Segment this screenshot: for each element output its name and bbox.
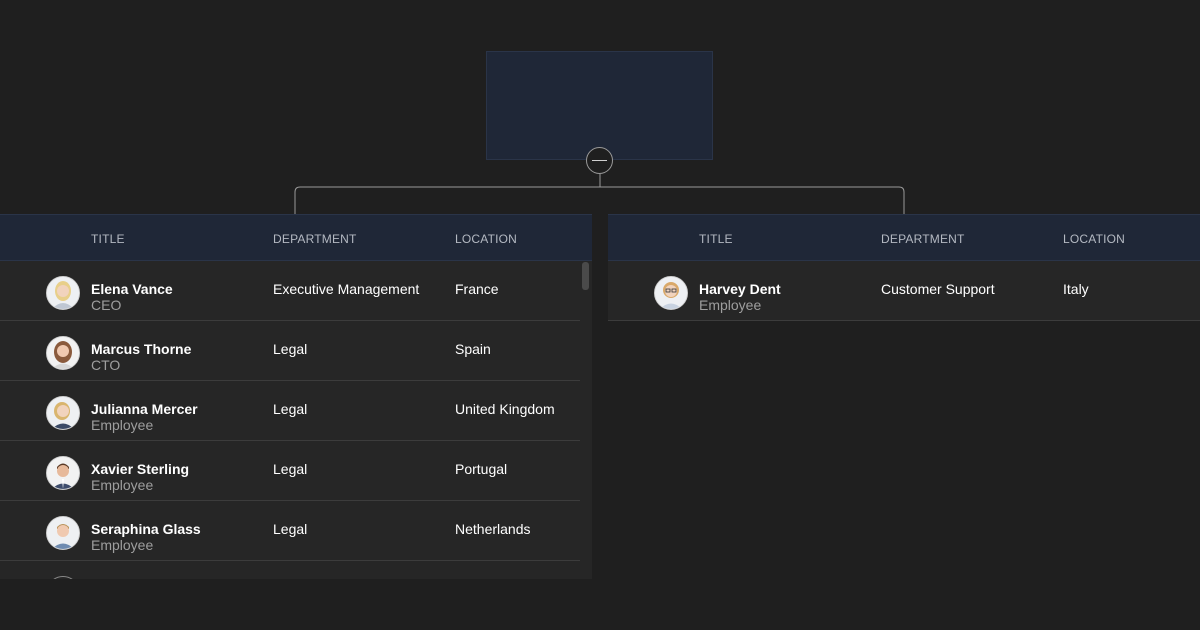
table-row[interactable]: Marcus Thorne CTO Legal Spain <box>0 321 582 381</box>
employee-location: Netherlands <box>455 521 531 537</box>
employee-department: Customer Support <box>881 281 995 297</box>
table-row[interactable]: Elena Vance CEO Executive Management Fra… <box>0 261 582 321</box>
left-team-table: TITLE DEPARTMENT LOCATION Elena Vance CE… <box>0 214 592 579</box>
collapse-toggle-button[interactable] <box>586 147 613 174</box>
employee-name: Julianna Mercer <box>91 401 198 417</box>
employee-department: Legal <box>273 521 308 537</box>
woman-brunette-avatar <box>46 336 80 370</box>
employee-location: Portugal <box>455 461 508 477</box>
man-light-hair-avatar <box>46 516 80 550</box>
employee-name: Elena Vance <box>91 281 173 297</box>
employee-name: Xavier Sterling <box>91 461 190 477</box>
employee-department: Legal <box>273 341 308 357</box>
scrollbar-thumb[interactable] <box>582 262 589 290</box>
column-header-department[interactable]: DEPARTMENT <box>881 232 965 246</box>
table-header: TITLE DEPARTMENT LOCATION <box>0 214 592 261</box>
woman-glasses-avatar <box>654 276 688 310</box>
employee-location: United Kingdom <box>455 401 555 417</box>
table-header: TITLE DEPARTMENT LOCATION <box>608 214 1200 261</box>
employee-name: Seraphina Glass <box>91 521 201 537</box>
column-header-title[interactable]: TITLE <box>91 232 125 246</box>
employee-department: Legal <box>273 401 308 417</box>
employee-role: Employee <box>699 297 762 313</box>
right-team-table: TITLE DEPARTMENT LOCATION Harvey Dent Em… <box>608 214 1200 321</box>
table-row[interactable]: Julianna Mercer Employee Legal United Ki… <box>0 381 582 441</box>
employee-location: Spain <box>455 341 491 357</box>
employee-role: CEO <box>91 297 122 313</box>
woman-blonde-avatar <box>46 396 80 430</box>
partial-avatar-next-row <box>46 576 80 579</box>
employee-role: Employee <box>91 417 154 433</box>
employee-department: Executive Management <box>273 281 420 297</box>
employee-role: CTO <box>91 357 121 373</box>
man-dark-hair-avatar <box>46 456 80 490</box>
table-row[interactable]: Harvey Dent Employee Customer Support It… <box>608 261 1200 321</box>
employee-department: Legal <box>273 461 308 477</box>
employee-location: Italy <box>1063 281 1089 297</box>
employee-name: Marcus Thorne <box>91 341 192 357</box>
table-row[interactable]: Seraphina Glass Employee Legal Netherlan… <box>0 501 582 561</box>
woman-blonde-avatar <box>46 276 80 310</box>
table-row[interactable]: Xavier Sterling Employee Legal Portugal <box>0 441 582 501</box>
employee-name: Harvey Dent <box>699 281 781 297</box>
column-header-location[interactable]: LOCATION <box>1063 232 1125 246</box>
employee-role: Employee <box>91 477 154 493</box>
column-header-title[interactable]: TITLE <box>699 232 733 246</box>
employee-role: Employee <box>91 537 154 553</box>
column-header-department[interactable]: DEPARTMENT <box>273 232 357 246</box>
employee-location: France <box>455 281 499 297</box>
column-header-location[interactable]: LOCATION <box>455 232 517 246</box>
vertical-scrollbar[interactable] <box>580 262 592 579</box>
